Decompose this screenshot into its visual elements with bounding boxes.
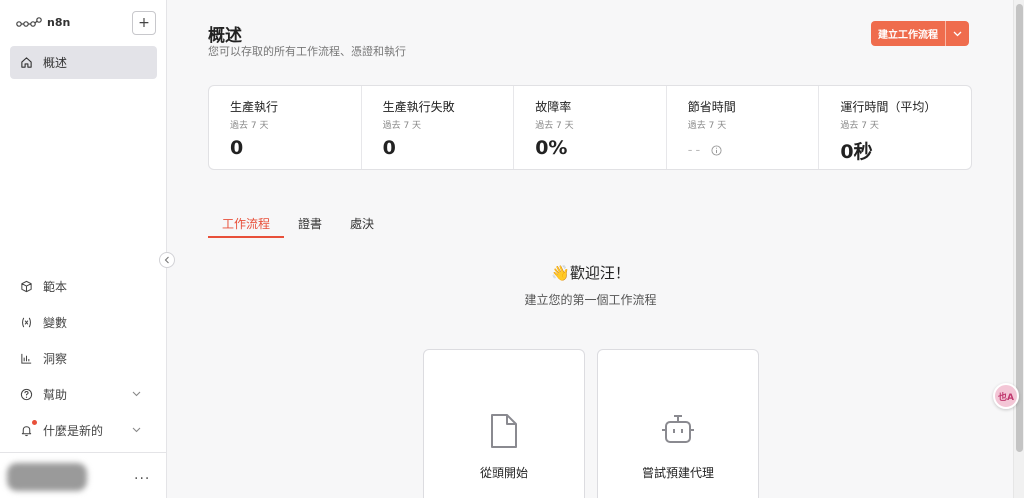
collapse-sidebar-button[interactable] (159, 252, 175, 268)
stat-production-executions[interactable]: 生產執行 過去 7 天 0 (209, 86, 362, 169)
sidebar-item-insights[interactable]: 洞察 (10, 344, 157, 372)
chevron-down-icon (953, 31, 962, 36)
create-options-dropdown[interactable] (945, 21, 969, 46)
stat-failure-rate[interactable]: 故障率 過去 7 天 0% (514, 86, 667, 169)
bell-icon (21, 425, 32, 436)
sidebar-item-variables[interactable]: 變數 (10, 308, 157, 336)
sidebar: n8n + 概述 範本 變數 洞察 幫助 什麼是新的 ... (0, 0, 167, 498)
page-scrollbar[interactable] (1013, 0, 1024, 498)
user-avatar[interactable] (7, 463, 87, 491)
stat-label: 生產執行失敗 (382, 100, 455, 114)
sidebar-item-whats-new[interactable]: 什麼是新的 (10, 416, 157, 444)
chevron-down-icon (132, 391, 141, 397)
sidebar-item-label: 範本 (43, 279, 68, 294)
scrollbar-thumb[interactable] (1016, 4, 1023, 452)
sidebar-item-label: 變數 (43, 315, 68, 330)
stat-value: -- (687, 143, 704, 158)
chevron-left-icon (164, 256, 169, 264)
welcome-subtitle: 建立您的第一個工作流程 (524, 293, 657, 307)
page-subtitle: 您可以存取的所有工作流程、憑證和執行 (208, 45, 406, 58)
stat-value: 0% (535, 137, 568, 159)
sidebar-item-label: 洞察 (43, 351, 68, 366)
floating-assistant-button[interactable]: 也A (993, 383, 1019, 409)
stat-time-saved[interactable]: 節省時間 過去 7 天 -- (667, 86, 820, 169)
sidebar-item-templates[interactable]: 範本 (10, 272, 157, 300)
tab-credentials[interactable]: 證書 (284, 210, 336, 238)
tabs: 工作流程 證書 處決 (208, 210, 388, 238)
home-icon (21, 57, 32, 68)
card-label: 從頭開始 (479, 466, 528, 480)
stat-failed-executions[interactable]: 生產執行失敗 過去 7 天 0 (362, 86, 515, 169)
stat-label: 運行時間（平均） (840, 100, 937, 114)
template-icon (21, 280, 32, 292)
stat-value: 0 (382, 137, 396, 159)
n8n-logo-icon (16, 16, 42, 27)
create-workflow-button[interactable]: 建立工作流程 (871, 21, 945, 46)
sidebar-item-label: 幫助 (43, 387, 68, 402)
welcome-heading: 👋歡迎汪！ (551, 264, 630, 282)
stat-period: 過去 7 天 (840, 121, 879, 131)
stat-label: 生產執行 (230, 100, 279, 114)
tab-executions[interactable]: 處決 (336, 210, 388, 238)
help-icon (20, 388, 33, 400)
chevron-down-icon (132, 427, 141, 433)
create-workflow-button-group: 建立工作流程 (871, 21, 969, 46)
insights-icon (21, 353, 32, 364)
sidebar-item-overview[interactable]: 概述 (10, 46, 157, 79)
variable-icon (22, 317, 31, 327)
file-icon (491, 414, 517, 448)
sidebar-item-help[interactable]: 幫助 (10, 380, 157, 408)
prebuilt-agent-card[interactable]: 嘗試預建代理 (597, 349, 759, 498)
info-icon[interactable] (711, 145, 722, 156)
stat-label: 故障率 (535, 100, 572, 114)
stat-period: 過去 7 天 (535, 121, 574, 131)
user-menu: ... (0, 452, 167, 498)
app-name: n8n (47, 16, 71, 29)
main-content: 概述 您可以存取的所有工作流程、憑證和執行 建立工作流程 生產執行 過去 7 天… (168, 0, 1013, 498)
stat-avg-runtime[interactable]: 運行時間（平均） 過去 7 天 0秒 (819, 86, 971, 169)
stat-period: 過去 7 天 (687, 121, 727, 131)
card-label: 嘗試預建代理 (641, 466, 714, 480)
sidebar-item-label: 概述 (43, 56, 68, 70)
stat-label: 節省時間 (687, 100, 736, 114)
add-button[interactable]: + (132, 11, 156, 35)
stat-value-row: -- (688, 143, 819, 158)
notification-dot (32, 420, 37, 425)
stat-value: 0秒 (840, 141, 873, 163)
stat-period: 過去 7 天 (230, 121, 269, 131)
stats-panel: 生產執行 過去 7 天 0 生產執行失敗 過去 7 天 0 故障率 過去 7 天… (208, 85, 972, 170)
n8n-logo[interactable]: n8n (16, 16, 70, 29)
more-options-button[interactable]: ... (134, 467, 150, 483)
tab-workflows[interactable]: 工作流程 (208, 210, 285, 238)
sidebar-item-label: 什麼是新的 (43, 423, 104, 438)
start-from-scratch-card[interactable]: 從頭開始 (423, 349, 585, 498)
stat-value: 0 (230, 137, 244, 159)
robot-icon (662, 415, 694, 443)
stat-period: 過去 7 天 (382, 121, 422, 131)
